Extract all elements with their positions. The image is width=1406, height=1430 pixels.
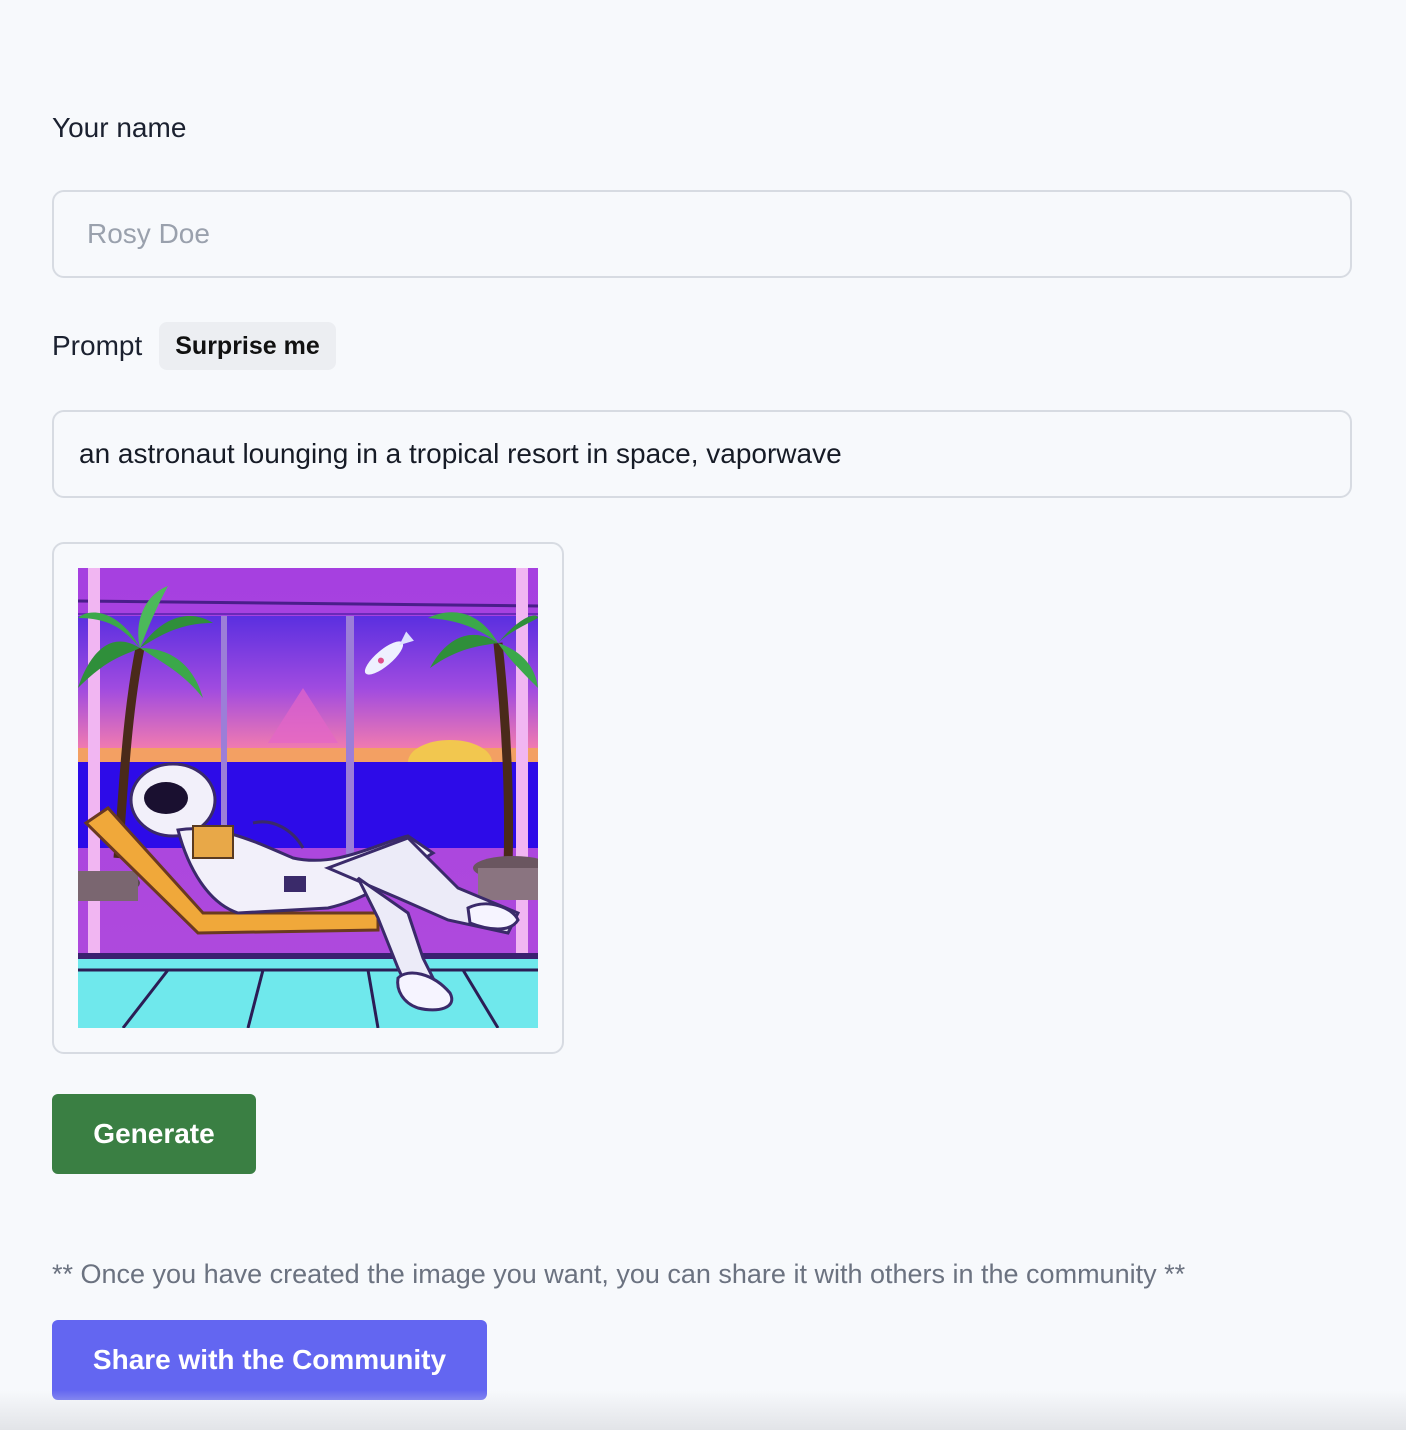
- generate-button[interactable]: Generate: [52, 1094, 256, 1174]
- share-note: ** Once you have created the image you w…: [52, 1259, 1186, 1289]
- name-label: Your name: [52, 112, 187, 143]
- image-preview: [52, 542, 564, 1054]
- share-community-button[interactable]: Share with the Community: [52, 1320, 487, 1400]
- prompt-header: Prompt Surprise me: [52, 322, 336, 370]
- generated-image: [78, 568, 538, 1028]
- name-input[interactable]: [52, 190, 1352, 278]
- prompt-input[interactable]: [52, 410, 1352, 498]
- prompt-label: Prompt: [52, 330, 143, 361]
- surprise-me-button[interactable]: Surprise me: [159, 322, 336, 370]
